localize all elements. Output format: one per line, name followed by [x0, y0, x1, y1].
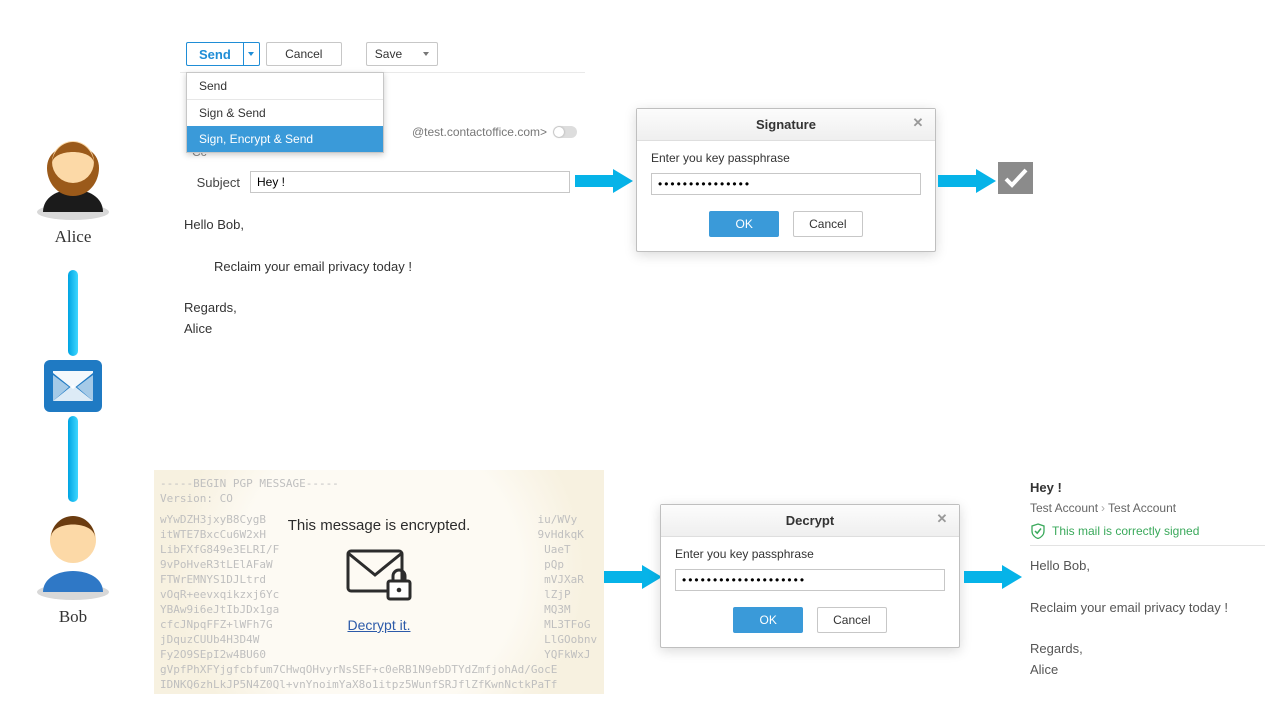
decrypted-mail-view: Hey ! Test Account›Test Account This mai…	[1030, 480, 1265, 681]
close-icon[interactable]: ✕	[933, 510, 951, 528]
bob-avatar-icon	[31, 500, 115, 603]
menu-item-sign-encrypt-send[interactable]: Sign, Encrypt & Send	[187, 126, 383, 152]
dialog-header: Signature ✕	[637, 109, 935, 141]
menu-item-sign-send[interactable]: Sign & Send	[187, 99, 383, 126]
passphrase-input[interactable]	[675, 569, 945, 591]
flow-arrow-icon	[938, 166, 998, 196]
sender-account: Test Account	[1030, 501, 1098, 515]
compose-pane: Send Cancel Save Send Sign & Send Sign, …	[180, 36, 585, 356]
body-regards: Regards,	[184, 298, 581, 319]
body-greeting: Hello Bob,	[1030, 556, 1265, 577]
dialog-title: Decrypt	[786, 513, 834, 528]
passphrase-prompt: Enter you key passphrase	[651, 151, 921, 165]
locked-envelope-icon	[344, 545, 414, 608]
subject-row: Subject	[180, 165, 585, 199]
flow-arrow-icon	[575, 166, 635, 196]
compose-body[interactable]: Hello Bob, Reclaim your email privacy to…	[180, 199, 585, 356]
ok-button[interactable]: OK	[709, 211, 779, 237]
mail-app-logo-icon	[44, 360, 102, 412]
ok-button[interactable]: OK	[733, 607, 803, 633]
passphrase-input[interactable]	[651, 173, 921, 195]
user-alice: Alice	[18, 120, 128, 247]
alice-label: Alice	[18, 227, 128, 247]
body-regards: Regards,	[1030, 639, 1265, 660]
save-button[interactable]: Save	[366, 42, 438, 66]
subject-label: Subject	[180, 175, 240, 190]
recipient-account: Test Account	[1108, 501, 1176, 515]
flow-line-bottom	[68, 416, 78, 502]
pgp-header1: -----BEGIN PGP MESSAGE-----	[160, 476, 594, 491]
body-line1: Reclaim your email privacy today !	[1030, 598, 1265, 619]
subject-input[interactable]	[250, 171, 570, 193]
caret-down-icon	[423, 52, 429, 56]
body-signature: Alice	[1030, 660, 1265, 681]
cancel-button[interactable]: Cancel	[266, 42, 342, 66]
dialog-title: Signature	[756, 117, 816, 132]
decrypt-dialog: Decrypt ✕ Enter you key passphrase OK Ca…	[660, 504, 960, 648]
alice-avatar-icon	[31, 120, 115, 223]
mail-subject: Hey !	[1030, 480, 1265, 495]
signed-text: This mail is correctly signed	[1052, 524, 1199, 538]
encrypted-notice: This message is encrypted.	[154, 518, 604, 533]
encrypted-overlay: This message is encrypted. Decrypt it.	[154, 518, 604, 635]
close-icon[interactable]: ✕	[909, 114, 927, 132]
signature-dialog: Signature ✕ Enter you key passphrase OK …	[636, 108, 936, 252]
menu-item-send[interactable]: Send	[187, 73, 383, 99]
dialog-header: Decrypt ✕	[661, 505, 959, 537]
flow-arrow-icon	[964, 562, 1024, 592]
mail-body: Hello Bob, Reclaim your email privacy to…	[1030, 556, 1265, 681]
compose-toolbar: Send Cancel Save	[180, 36, 585, 73]
toggle-switch[interactable]	[553, 126, 577, 138]
mail-accounts: Test Account›Test Account	[1030, 501, 1265, 515]
body-line1: Reclaim your email privacy today !	[214, 257, 581, 278]
send-button-label: Send	[187, 43, 243, 65]
cancel-button[interactable]: Cancel	[817, 607, 887, 633]
shield-check-icon	[1030, 523, 1046, 539]
pgp-header2: Version: CO	[160, 491, 594, 506]
encrypted-message-block: -----BEGIN PGP MESSAGE----- Version: CO …	[154, 470, 604, 694]
flow-line-top	[68, 270, 78, 356]
to-address: @test.contactoffice.com>	[412, 125, 547, 139]
confirm-check-icon	[998, 162, 1033, 194]
send-dropdown-toggle[interactable]	[243, 43, 259, 65]
flow-arrow-icon	[604, 562, 664, 592]
body-greeting: Hello Bob,	[184, 215, 581, 236]
save-button-label: Save	[375, 47, 402, 61]
signature-status: This mail is correctly signed	[1030, 523, 1265, 539]
body-signature: Alice	[184, 319, 581, 340]
passphrase-prompt: Enter you key passphrase	[675, 547, 945, 561]
caret-down-icon	[248, 52, 254, 56]
cancel-button[interactable]: Cancel	[793, 211, 863, 237]
bob-label: Bob	[18, 607, 128, 627]
decrypt-link[interactable]: Decrypt it.	[347, 617, 410, 633]
send-split-button[interactable]: Send	[186, 42, 260, 66]
user-bob: Bob	[18, 500, 128, 627]
divider	[1030, 545, 1265, 546]
send-dropdown-menu: Send Sign & Send Sign, Encrypt & Send	[186, 72, 384, 153]
